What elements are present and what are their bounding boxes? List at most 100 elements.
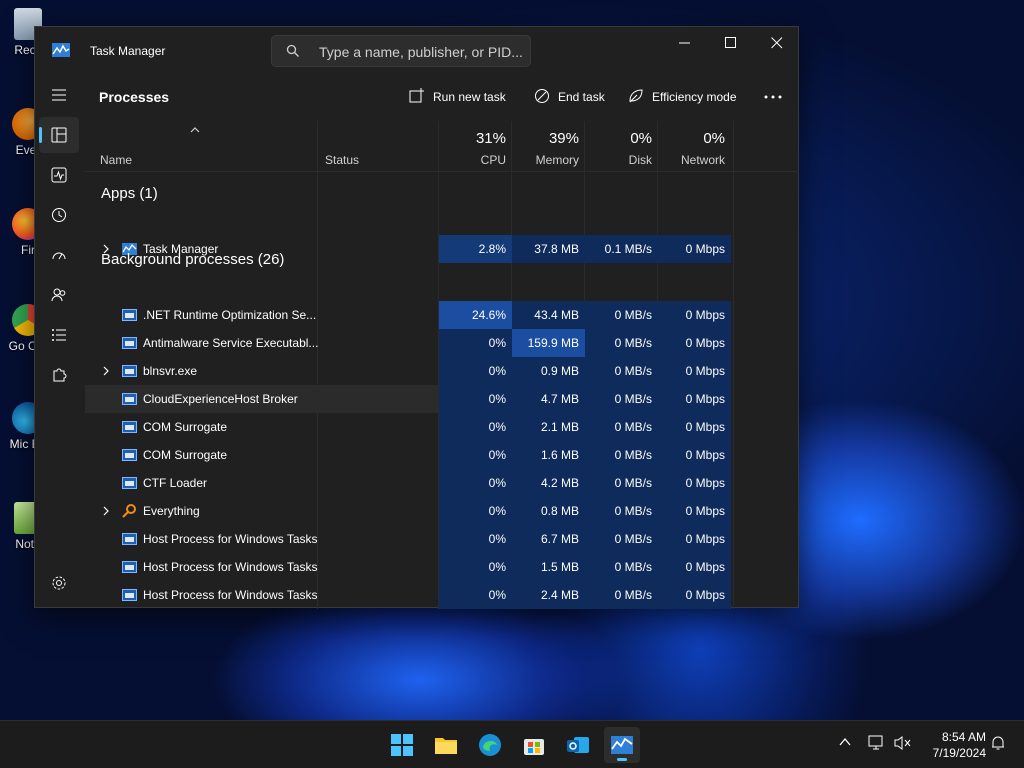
disk-cell: 0 MB/s: [585, 329, 658, 357]
network-icon[interactable]: [868, 735, 886, 751]
disk-cell: 0 MB/s: [585, 385, 658, 413]
process-name: blnsvr.exe: [143, 364, 198, 378]
nav-item-app-history[interactable]: [39, 197, 79, 233]
process-window-icon: [122, 421, 137, 433]
cpu-cell: 0%: [439, 497, 512, 525]
task-manager-window: Task Manager Type a name, publisher, or …: [34, 26, 799, 609]
history-icon: [52, 208, 66, 222]
nav-item-settings[interactable]: [39, 565, 79, 601]
maximize-button[interactable]: [708, 27, 754, 59]
cpu-cell: 0%: [439, 357, 512, 385]
disk-cell: 0 MB/s: [585, 497, 658, 525]
table-row[interactable]: Antimalware Service Executabl... 0% 159.9 …: [85, 329, 731, 357]
folder-icon: [435, 738, 457, 754]
network-cell: 0 Mbps: [658, 553, 731, 581]
table-row[interactable]: Host Process for Windows Tasks 0% 6.7 MB 0 …: [85, 525, 731, 553]
search-icon: [286, 44, 299, 57]
network-cell: 0 Mbps: [658, 329, 731, 357]
end-task-icon: [535, 89, 549, 103]
nav-item-services[interactable]: [39, 357, 79, 393]
nav-item-performance[interactable]: [39, 157, 79, 193]
start-button[interactable]: [384, 727, 420, 763]
table-row[interactable]: .NET Runtime Optimization Se... 24.6% 43.4…: [85, 301, 731, 329]
notification-bell-icon[interactable]: [990, 735, 1006, 751]
table-row[interactable]: CTF Loader 0% 4.2 MB 0 MB/s 0 Mbps: [85, 469, 731, 497]
column-divider[interactable]: [733, 121, 734, 609]
table-row[interactable]: Host Process for Windows Tasks 0% 1.5 MB 0 …: [85, 553, 731, 581]
table-row[interactable]: Everything 0% 0.8 MB 0 MB/s 0 Mbps: [85, 497, 731, 525]
network-cell: 0 Mbps: [658, 357, 731, 385]
network-label: Network: [680, 153, 725, 167]
network-cell: 0 Mbps: [658, 301, 731, 329]
process-window-icon: [122, 393, 137, 405]
chevron-right-icon[interactable]: [102, 366, 110, 376]
disk-cell: 0 MB/s: [585, 525, 658, 553]
process-name: Host Process for Windows Tasks: [143, 532, 318, 546]
memory-cell: 2.4 MB: [512, 581, 585, 609]
taskbar-edge[interactable]: [472, 727, 508, 763]
process-name: Host Process for Windows Tasks: [143, 560, 318, 574]
search-placeholder: Type a name, publisher, or PID...: [319, 44, 523, 60]
disk-cell: 0 MB/s: [585, 469, 658, 497]
network-cell: 0 Mbps: [658, 441, 731, 469]
table-row[interactable]: COM Surrogate 0% 1.6 MB 0 MB/s 0 Mbps: [85, 441, 731, 469]
process-window-icon: [122, 365, 137, 377]
network-percent: 0%: [703, 130, 725, 147]
disk-cell: 0.1 MB/s: [585, 235, 658, 263]
minimize-button[interactable]: [662, 27, 708, 59]
process-name: COM Surrogate: [143, 420, 228, 434]
taskbar: 8:54 AM 7/19/2024: [0, 720, 1024, 768]
everything-search-icon: [122, 504, 136, 518]
nav-item-startup-apps[interactable]: [39, 237, 79, 273]
memory-cell: 1.5 MB: [512, 553, 585, 581]
hamburger-icon: [52, 89, 66, 101]
run-new-task-button[interactable]: Run new task: [409, 85, 509, 109]
title-bar[interactable]: Task Manager Type a name, publisher, or …: [35, 27, 798, 75]
disk-cell: 0 MB/s: [585, 357, 658, 385]
leaf-icon: [629, 89, 643, 103]
table-row[interactable]: COM Surrogate 0% 2.1 MB 0 MB/s 0 Mbps: [85, 413, 731, 441]
page-title: Processes: [99, 89, 170, 105]
taskbar-store[interactable]: [516, 727, 552, 763]
taskbar-file-explorer[interactable]: [428, 727, 464, 763]
disk-percent: 0%: [630, 130, 652, 147]
process-window-icon: [122, 589, 137, 601]
users-icon: [51, 288, 66, 302]
group-header-background: Background processes (26): [101, 251, 285, 268]
gear-icon: [52, 576, 66, 590]
nav-item-details[interactable]: [39, 317, 79, 353]
table-row[interactable]: Host Process for Windows Tasks 0% 2.4 MB 0 …: [85, 581, 731, 609]
process-window-icon: [122, 449, 137, 461]
system-clock[interactable]: 8:54 AM 7/19/2024: [916, 729, 986, 761]
taskbar-outlook[interactable]: [560, 727, 596, 763]
cpu-cell: 0%: [439, 329, 512, 357]
task-manager-logo-icon: [52, 43, 70, 57]
network-cell: 0 Mbps: [658, 581, 731, 609]
column-header-status[interactable]: Status: [325, 153, 359, 167]
network-cell: 0 Mbps: [658, 385, 731, 413]
column-header-name[interactable]: Name: [100, 153, 132, 167]
task-manager-icon: [611, 736, 633, 754]
volume-muted-icon[interactable]: [894, 735, 912, 751]
end-task-button[interactable]: End task: [534, 85, 614, 109]
efficiency-mode-button[interactable]: Efficiency mode: [628, 85, 743, 109]
chevron-up-icon[interactable]: [838, 735, 852, 749]
memory-cell: 0.9 MB: [512, 357, 585, 385]
memory-cell: 43.4 MB: [512, 301, 585, 329]
sort-ascending-icon: [190, 127, 200, 133]
table-row[interactable]: blnsvr.exe 0% 0.9 MB 0 MB/s 0 Mbps: [85, 357, 731, 385]
nav-menu-button[interactable]: [39, 77, 79, 113]
nav-item-users[interactable]: [39, 277, 79, 313]
table-row[interactable]: CloudExperienceHost Broker 0% 4.7 MB 0 MB/s…: [85, 385, 731, 413]
search-input[interactable]: Type a name, publisher, or PID...: [271, 35, 531, 67]
chevron-right-icon[interactable]: [102, 506, 110, 516]
process-window-icon: [122, 477, 137, 489]
minimize-icon: [679, 42, 690, 44]
processes-icon: [51, 127, 67, 143]
close-button[interactable]: [754, 27, 800, 59]
services-puzzle-icon: [53, 368, 67, 382]
nav-item-processes[interactable]: [39, 117, 79, 153]
more-options-button[interactable]: [761, 87, 785, 107]
memory-cell: 0.8 MB: [512, 497, 585, 525]
taskbar-task-manager[interactable]: [604, 727, 640, 763]
